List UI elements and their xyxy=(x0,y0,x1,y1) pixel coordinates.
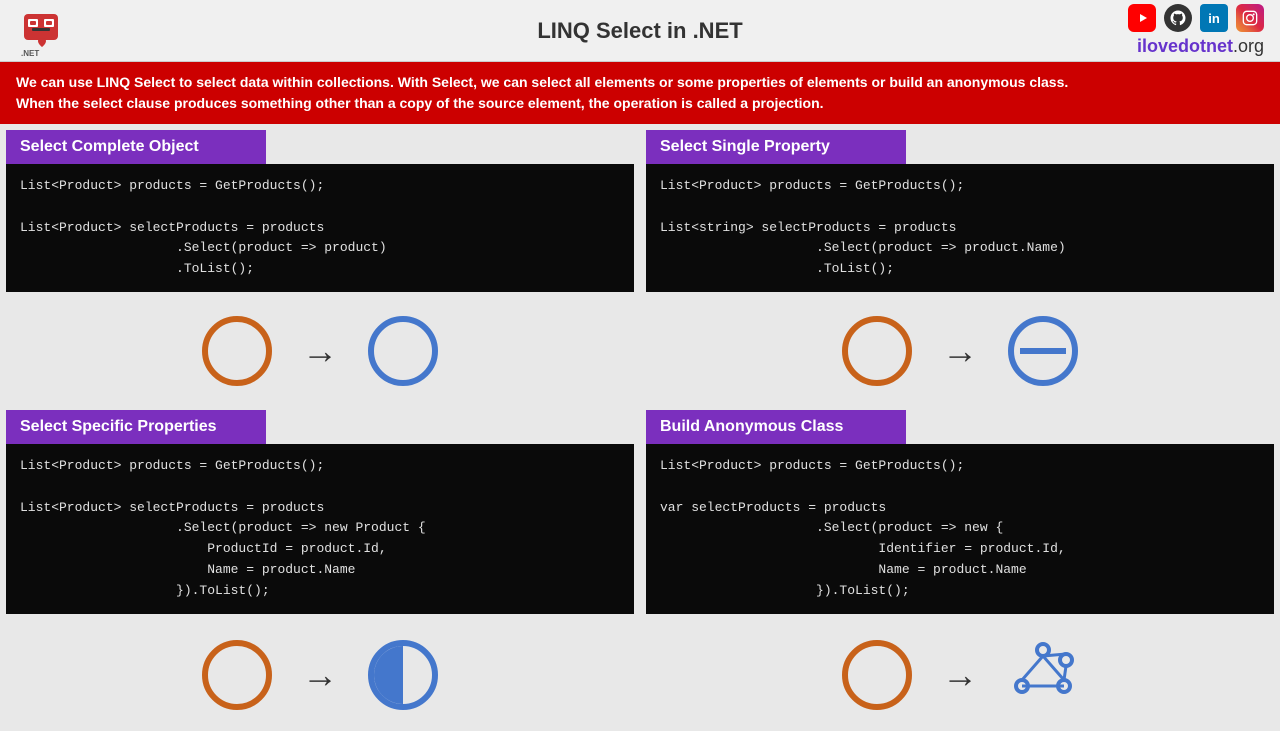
code-single-property: List<Product> products = GetProducts(); … xyxy=(646,164,1274,292)
app-header: .NET LINQ Select in .NET in ilovedotnet.… xyxy=(0,0,1280,62)
arrow-2-left: → xyxy=(302,654,338,696)
section-header-anonymous-class: Build Anonymous Class xyxy=(646,410,906,444)
logo-icon: .NET xyxy=(16,6,66,56)
brand-main: ilovedotnet xyxy=(1137,36,1233,56)
svg-text:.NET: .NET xyxy=(21,49,39,56)
github-icon[interactable] xyxy=(1164,4,1192,32)
main-grid: Select Complete Object List<Product> pro… xyxy=(0,124,1280,731)
code-anonymous-class: List<Product> products = GetProducts(); … xyxy=(646,444,1274,614)
circle-half-icon xyxy=(368,640,438,710)
section-select-single-property: Select Single Property List<Product> pro… xyxy=(646,130,1274,292)
visual-row-2-left: → xyxy=(6,620,634,731)
section-header-complete-object: Select Complete Object xyxy=(6,130,266,164)
circle-minus-icon xyxy=(1008,316,1078,386)
section-build-anonymous-class: Build Anonymous Class List<Product> prod… xyxy=(646,410,1274,614)
arrow-1-left: → xyxy=(302,330,338,372)
circle-orange-2 xyxy=(842,316,912,386)
header-right: in ilovedotnet.org xyxy=(1128,4,1264,57)
brand-text: ilovedotnet.org xyxy=(1137,36,1264,57)
social-icons: in xyxy=(1128,4,1264,32)
section-select-specific-properties: Select Specific Properties List<Product>… xyxy=(6,410,634,614)
circle-orange-1 xyxy=(202,316,272,386)
section-header-single-property: Select Single Property xyxy=(646,130,906,164)
arrow-1-right: → xyxy=(942,330,978,372)
arrow-2-right: → xyxy=(942,654,978,696)
circle-blue-1 xyxy=(368,316,438,386)
page-title: LINQ Select in .NET xyxy=(537,18,742,44)
instagram-icon[interactable] xyxy=(1236,4,1264,32)
logo-area: .NET xyxy=(16,6,66,56)
banner-line1: We can use LINQ Select to select data wi… xyxy=(16,74,1068,90)
section-select-complete-object: Select Complete Object List<Product> pro… xyxy=(6,130,634,292)
visual-row-2-right: → xyxy=(646,620,1274,731)
code-specific-properties: List<Product> products = GetProducts(); … xyxy=(6,444,634,614)
circle-orange-3 xyxy=(202,640,272,710)
linkedin-icon[interactable]: in xyxy=(1200,4,1228,32)
brand-suffix: .org xyxy=(1233,36,1264,56)
youtube-icon[interactable] xyxy=(1128,4,1156,32)
circle-orange-4 xyxy=(842,640,912,710)
section-header-specific-properties: Select Specific Properties xyxy=(6,410,266,444)
banner-line2: When the select clause produces somethin… xyxy=(16,95,824,111)
code-complete-object: List<Product> products = GetProducts(); … xyxy=(6,164,634,292)
visual-row-1-left: → xyxy=(6,298,634,404)
info-banner: We can use LINQ Select to select data wi… xyxy=(0,62,1280,124)
visual-row-1-right: → xyxy=(646,298,1274,404)
network-icon xyxy=(1008,638,1078,713)
